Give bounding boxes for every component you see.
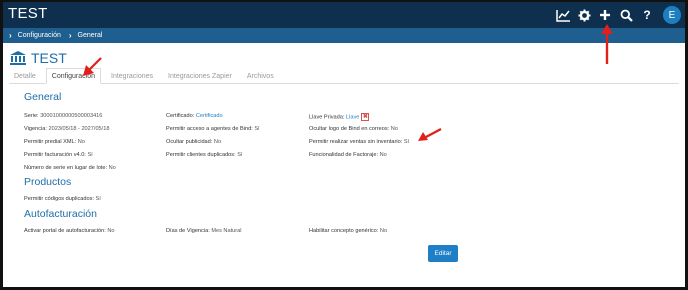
chart-line-icon[interactable] — [555, 7, 571, 23]
field-ocultar-publicidad: Ocultar publicidad: No — [166, 139, 222, 145]
field-ocultar-logo: Ocultar logo de Bind en correos: No — [309, 126, 398, 132]
field-vigencia: Vigencia: 2023/05/18 - 2027/05/18 — [24, 126, 110, 132]
top-icons: ? E — [555, 5, 681, 25]
section-title-autofacturacion: Autofacturación — [24, 208, 97, 220]
edit-button[interactable]: Editar — [428, 245, 458, 262]
window-frame: TEST ? E › Configuración › General TEST … — [0, 0, 688, 290]
page-header: TEST — [9, 50, 67, 66]
field-portal-autofacturacion: Activar portal de autofacturación: No — [24, 228, 115, 234]
app-title: TEST — [8, 5, 48, 22]
tab-integraciones[interactable]: Integraciones — [106, 67, 158, 83]
tab-detalle[interactable]: Detalle — [9, 67, 41, 83]
tab-integraciones-zapier[interactable]: Integraciones Zapier — [163, 67, 237, 83]
field-ventas-sin-inventario: Permitir realizar ventas sin inventario:… — [309, 139, 410, 145]
field-certificado: Certificado: Certificado — [166, 113, 223, 119]
search-icon[interactable] — [618, 7, 634, 23]
field-concepto-generico: Habilitar concepto genérico: No — [309, 228, 388, 234]
llave-link[interactable]: Llave — [346, 114, 359, 120]
field-codigos-duplicados: Permitir códigos duplicados: Sí — [24, 196, 101, 202]
certificado-link[interactable]: Certificado — [196, 113, 223, 119]
gear-icon[interactable] — [576, 7, 592, 23]
breadcrumb: › Configuración › General — [3, 28, 685, 43]
annotation-arrow-gear — [601, 24, 613, 64]
breadcrumb-item-general[interactable]: › General — [69, 31, 103, 40]
help-icon[interactable]: ? — [639, 7, 655, 23]
tab-bar: Detalle Configuración Integraciones Inte… — [9, 68, 679, 84]
field-llave-privada: Llave Privada: Llave ✖ — [309, 113, 370, 121]
avatar[interactable]: E — [663, 6, 681, 24]
tab-archivos[interactable]: Archivos — [242, 67, 279, 83]
breadcrumb-item-configuracion[interactable]: › Configuración — [9, 31, 61, 40]
chevron-right-icon: › — [9, 31, 12, 40]
field-dias-vigencia: Días de Vigencia: Mes Natural — [166, 228, 242, 234]
section-title-productos: Productos — [24, 176, 72, 188]
chevron-right-icon: › — [68, 31, 72, 40]
section-title-general: General — [24, 91, 62, 103]
field-facturacion-v40: Permitir facturación v4.0: Sí — [24, 152, 93, 158]
plus-icon[interactable] — [597, 7, 613, 23]
bank-icon — [10, 51, 26, 65]
annotation-arrow-ventas — [418, 128, 442, 141]
field-predial-xml: Permitir predial XML: No — [24, 139, 85, 145]
field-clientes-duplicados: Permitir clientes duplicados: Sí — [166, 152, 243, 158]
field-numero-serie: Número de serie en lugar de lote: No — [24, 165, 116, 171]
field-acceso-agentes: Permitir acceso a agentes de Bind: Sí — [166, 126, 260, 132]
field-serie: Serie: 30001000000500003416 — [24, 113, 103, 119]
remove-icon[interactable]: ✖ — [361, 113, 370, 121]
page-title: TEST — [31, 50, 67, 66]
top-navbar: TEST ? E — [3, 2, 685, 28]
field-factoraje: Funcionalidad de Factoraje: No — [309, 152, 387, 158]
annotation-arrow-tab — [83, 57, 102, 76]
